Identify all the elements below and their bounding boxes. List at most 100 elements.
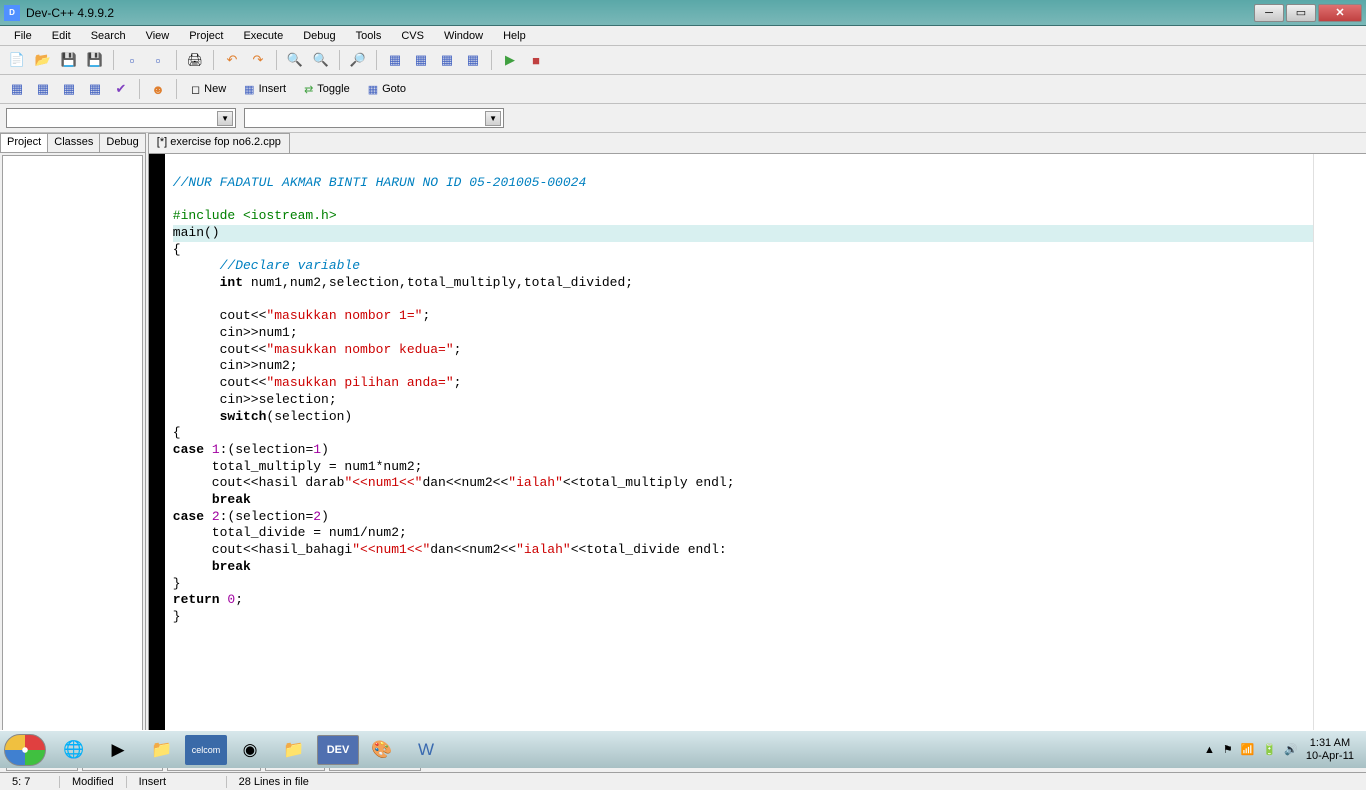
- toolbar-separator: [339, 50, 340, 70]
- goto-icon: ▦: [368, 83, 378, 96]
- project-tree[interactable]: [2, 155, 143, 748]
- status-line-count: 28 Lines in file: [227, 776, 1366, 788]
- taskbar-paint-icon[interactable]: 🎨: [361, 735, 403, 765]
- print-icon[interactable]: 🖨: [184, 49, 206, 71]
- taskbar-ie-icon[interactable]: 🌐: [53, 735, 95, 765]
- menu-bar: File Edit Search View Project Execute De…: [0, 26, 1366, 46]
- redo-icon[interactable]: ↷: [247, 49, 269, 71]
- secondary-toolbar: ▦ ▦ ▦ ▦ ✔ ☻ ◻New ▦Insert ⇄Toggle ▦Goto: [0, 75, 1366, 104]
- menu-tools[interactable]: Tools: [346, 28, 392, 44]
- side-tabs: Project Classes Debug: [0, 133, 145, 153]
- toolbar-separator: [376, 50, 377, 70]
- toolbar2-btn2-icon[interactable]: ▦: [32, 78, 54, 100]
- file-tabs: [*] exercise fop no6.2.cpp: [146, 133, 1366, 153]
- code-editor[interactable]: //NUR FADATUL AKMAR BINTI HARUN NO ID 05…: [148, 153, 1366, 750]
- toggle-icon: ⇄: [304, 83, 313, 96]
- file-tab[interactable]: [*] exercise fop no6.2.cpp: [148, 133, 290, 153]
- taskbar-app1-icon[interactable]: celcom: [185, 735, 227, 765]
- new-button[interactable]: ◻New: [184, 78, 233, 100]
- menu-execute[interactable]: Execute: [233, 28, 293, 44]
- tray-date: 10-Apr-11: [1306, 750, 1354, 763]
- menu-view[interactable]: View: [136, 28, 180, 44]
- tray-time: 1:31 AM: [1306, 737, 1354, 750]
- rebuild-icon[interactable]: ▦: [462, 49, 484, 71]
- toolbar2-check-icon[interactable]: ✔: [110, 78, 132, 100]
- editor-gutter: [149, 154, 165, 749]
- taskbar-word-icon[interactable]: W: [405, 735, 447, 765]
- toolbar2-btn3-icon[interactable]: ▦: [58, 78, 80, 100]
- debug-icon[interactable]: ▶: [499, 49, 521, 71]
- toolbar-separator: [139, 79, 140, 99]
- status-cursor-pos: 5: 7: [0, 776, 60, 788]
- side-tab-classes[interactable]: Classes: [47, 133, 100, 152]
- replace-icon[interactable]: 🔍: [310, 49, 332, 71]
- new-file-icon[interactable]: 📄: [6, 49, 28, 71]
- tray-network-icon[interactable]: 📶: [1241, 743, 1255, 756]
- toolbar-separator: [276, 50, 277, 70]
- main-toolbar: 📄 📂 💾 💾 ▫ ▫ 🖨 ↶ ↷ 🔍 🔍 🔎 ▦ ▦ ▦ ▦ ▶ ■: [0, 46, 1366, 75]
- tray-show-hidden-icon[interactable]: ▲: [1204, 744, 1215, 756]
- side-tab-project[interactable]: Project: [0, 133, 48, 152]
- toggle-button[interactable]: ⇄Toggle: [297, 78, 357, 100]
- goto-button[interactable]: ▦Goto: [361, 78, 413, 100]
- taskbar-media-icon[interactable]: ▶: [97, 735, 139, 765]
- menu-window[interactable]: Window: [434, 28, 493, 44]
- start-button[interactable]: [4, 734, 46, 766]
- new-icon: ◻: [191, 83, 200, 96]
- tray-volume-icon[interactable]: 🔊: [1284, 743, 1298, 756]
- undo-icon[interactable]: ↶: [221, 49, 243, 71]
- find-icon[interactable]: 🔍: [284, 49, 306, 71]
- stop-icon[interactable]: ■: [525, 49, 547, 71]
- tray-flag-icon[interactable]: ⚑: [1223, 743, 1233, 756]
- toolbar2-btn1-icon[interactable]: ▦: [6, 78, 28, 100]
- taskbar-chrome-icon[interactable]: ◉: [229, 735, 271, 765]
- app-icon: D: [4, 5, 20, 21]
- taskbar-devcpp-icon[interactable]: DEV: [317, 735, 359, 765]
- title-bar: D Dev-C++ 4.9.9.2 ─ ▭ ✕: [0, 0, 1366, 26]
- menu-search[interactable]: Search: [81, 28, 136, 44]
- close-file-icon[interactable]: ▫: [121, 49, 143, 71]
- save-all-icon[interactable]: 💾: [84, 49, 106, 71]
- side-panel: Project Classes Debug: [0, 133, 146, 750]
- close-button[interactable]: ✕: [1318, 4, 1362, 22]
- taskbar-app2-icon[interactable]: 📁: [273, 735, 315, 765]
- tray-clock[interactable]: 1:31 AM 10-Apr-11: [1306, 737, 1354, 763]
- code-content[interactable]: //NUR FADATUL AKMAR BINTI HARUN NO ID 05…: [165, 154, 1313, 749]
- menu-cvs[interactable]: CVS: [391, 28, 434, 44]
- open-file-icon[interactable]: 📂: [32, 49, 54, 71]
- combo-toolbar: [0, 104, 1366, 133]
- side-tab-debug[interactable]: Debug: [99, 133, 145, 152]
- insert-icon: ▦: [244, 83, 254, 96]
- toolbar2-btn4-icon[interactable]: ▦: [84, 78, 106, 100]
- taskbar-explorer-icon[interactable]: 📁: [141, 735, 183, 765]
- run-icon[interactable]: ▦: [410, 49, 432, 71]
- find-again-icon[interactable]: 🔎: [347, 49, 369, 71]
- function-combo[interactable]: [244, 108, 504, 128]
- maximize-button[interactable]: ▭: [1286, 4, 1316, 22]
- tray-battery-icon[interactable]: 🔋: [1262, 743, 1276, 756]
- menu-file[interactable]: File: [4, 28, 42, 44]
- editor-right-margin: [1313, 154, 1366, 749]
- menu-project[interactable]: Project: [179, 28, 233, 44]
- class-combo[interactable]: [6, 108, 236, 128]
- menu-debug[interactable]: Debug: [293, 28, 345, 44]
- toolbar-separator: [213, 50, 214, 70]
- about-icon[interactable]: ☻: [147, 78, 169, 100]
- toolbar-separator: [176, 50, 177, 70]
- menu-edit[interactable]: Edit: [42, 28, 81, 44]
- compile-run-icon[interactable]: ▦: [436, 49, 458, 71]
- workspace: Project Classes Debug [*] exercise fop n…: [0, 133, 1366, 750]
- status-bar: 5: 7 Modified Insert 28 Lines in file: [0, 772, 1366, 790]
- insert-button[interactable]: ▦Insert: [237, 78, 293, 100]
- status-insert-mode: Insert: [127, 776, 227, 788]
- minimize-button[interactable]: ─: [1254, 4, 1284, 22]
- save-icon[interactable]: 💾: [58, 49, 80, 71]
- compile-icon[interactable]: ▦: [384, 49, 406, 71]
- close-all-icon[interactable]: ▫: [147, 49, 169, 71]
- system-tray: ▲ ⚑ 📶 🔋 🔊 1:31 AM 10-Apr-11: [1196, 737, 1362, 763]
- window-title: Dev-C++ 4.9.9.2: [26, 6, 1254, 20]
- menu-help[interactable]: Help: [493, 28, 536, 44]
- toolbar-separator: [491, 50, 492, 70]
- toolbar-separator: [176, 79, 177, 99]
- taskbar: 🌐 ▶ 📁 celcom ◉ 📁 DEV 🎨 W ▲ ⚑ 📶 🔋 🔊 1:31 …: [0, 730, 1366, 768]
